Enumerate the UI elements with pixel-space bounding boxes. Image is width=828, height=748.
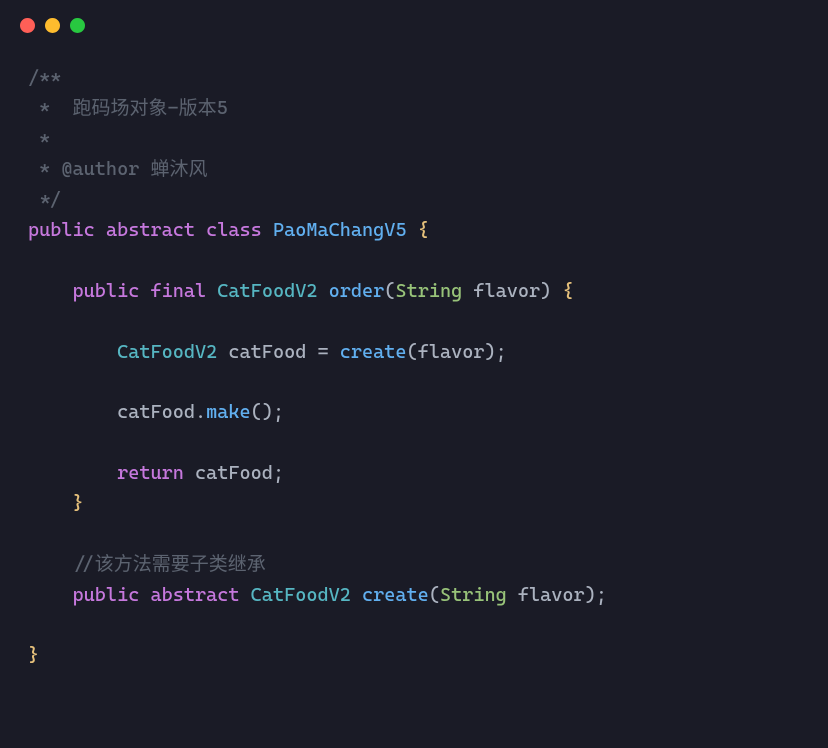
space	[407, 219, 418, 241]
space	[139, 584, 150, 606]
keyword: return	[117, 462, 184, 484]
operator: =	[317, 341, 328, 363]
space	[139, 280, 150, 302]
code-editor[interactable]: /** * 跑码场对象-版本5 * * @author 蝉沐风 */ publi…	[0, 43, 828, 699]
space	[329, 341, 340, 363]
maximize-icon[interactable]	[70, 18, 85, 33]
comment-line: */	[28, 189, 61, 211]
space	[217, 341, 228, 363]
space	[462, 280, 473, 302]
minimize-icon[interactable]	[45, 18, 60, 33]
space	[551, 280, 562, 302]
punct: ;	[596, 584, 607, 606]
punct: ;	[273, 401, 284, 423]
type: CatFoodV2	[251, 584, 351, 606]
method: create	[362, 584, 429, 606]
variable: catFood	[117, 401, 195, 423]
brace: {	[562, 280, 573, 302]
comment-line: * @author 蝉沐风	[28, 158, 207, 180]
brace: }	[73, 492, 84, 514]
brace: {	[418, 219, 429, 241]
variable: catFood	[195, 462, 273, 484]
variable: catFood	[228, 341, 306, 363]
comment-line: * 跑码场对象-版本5	[28, 97, 228, 119]
punct: )	[585, 584, 596, 606]
comment-line: *	[28, 128, 50, 150]
punct: (	[429, 584, 440, 606]
param-type: String	[395, 280, 462, 302]
space	[351, 584, 362, 606]
class-name: PaoMaChangV5	[273, 219, 407, 241]
space	[262, 219, 273, 241]
type: CatFoodV2	[217, 280, 317, 302]
keyword: class	[206, 219, 262, 241]
param: flavor	[418, 341, 485, 363]
keyword: abstract	[106, 219, 195, 241]
param: flavor	[518, 584, 585, 606]
comment-line: /**	[28, 67, 61, 89]
space	[195, 219, 206, 241]
space	[184, 462, 195, 484]
comment-line: //该方法需要子类继承	[73, 553, 266, 575]
punct: (	[407, 341, 418, 363]
space	[317, 280, 328, 302]
keyword: public	[28, 219, 95, 241]
space	[306, 341, 317, 363]
method: make	[206, 401, 251, 423]
space	[507, 584, 518, 606]
type: CatFoodV2	[117, 341, 217, 363]
punct: )	[485, 341, 496, 363]
keyword: final	[150, 280, 206, 302]
punct: (	[384, 280, 395, 302]
param-type: String	[440, 584, 507, 606]
punct: )	[262, 401, 273, 423]
close-icon[interactable]	[20, 18, 35, 33]
keyword: public	[73, 584, 140, 606]
punct: (	[251, 401, 262, 423]
punct: ;	[273, 462, 284, 484]
keyword: public	[73, 280, 140, 302]
keyword: abstract	[150, 584, 239, 606]
punct: ;	[496, 341, 507, 363]
window-titlebar	[0, 0, 828, 43]
method: create	[340, 341, 407, 363]
punct: )	[540, 280, 551, 302]
space	[95, 219, 106, 241]
method: order	[329, 280, 385, 302]
param: flavor	[473, 280, 540, 302]
space	[240, 584, 251, 606]
punct: .	[195, 401, 206, 423]
brace: }	[28, 644, 39, 666]
space	[206, 280, 217, 302]
